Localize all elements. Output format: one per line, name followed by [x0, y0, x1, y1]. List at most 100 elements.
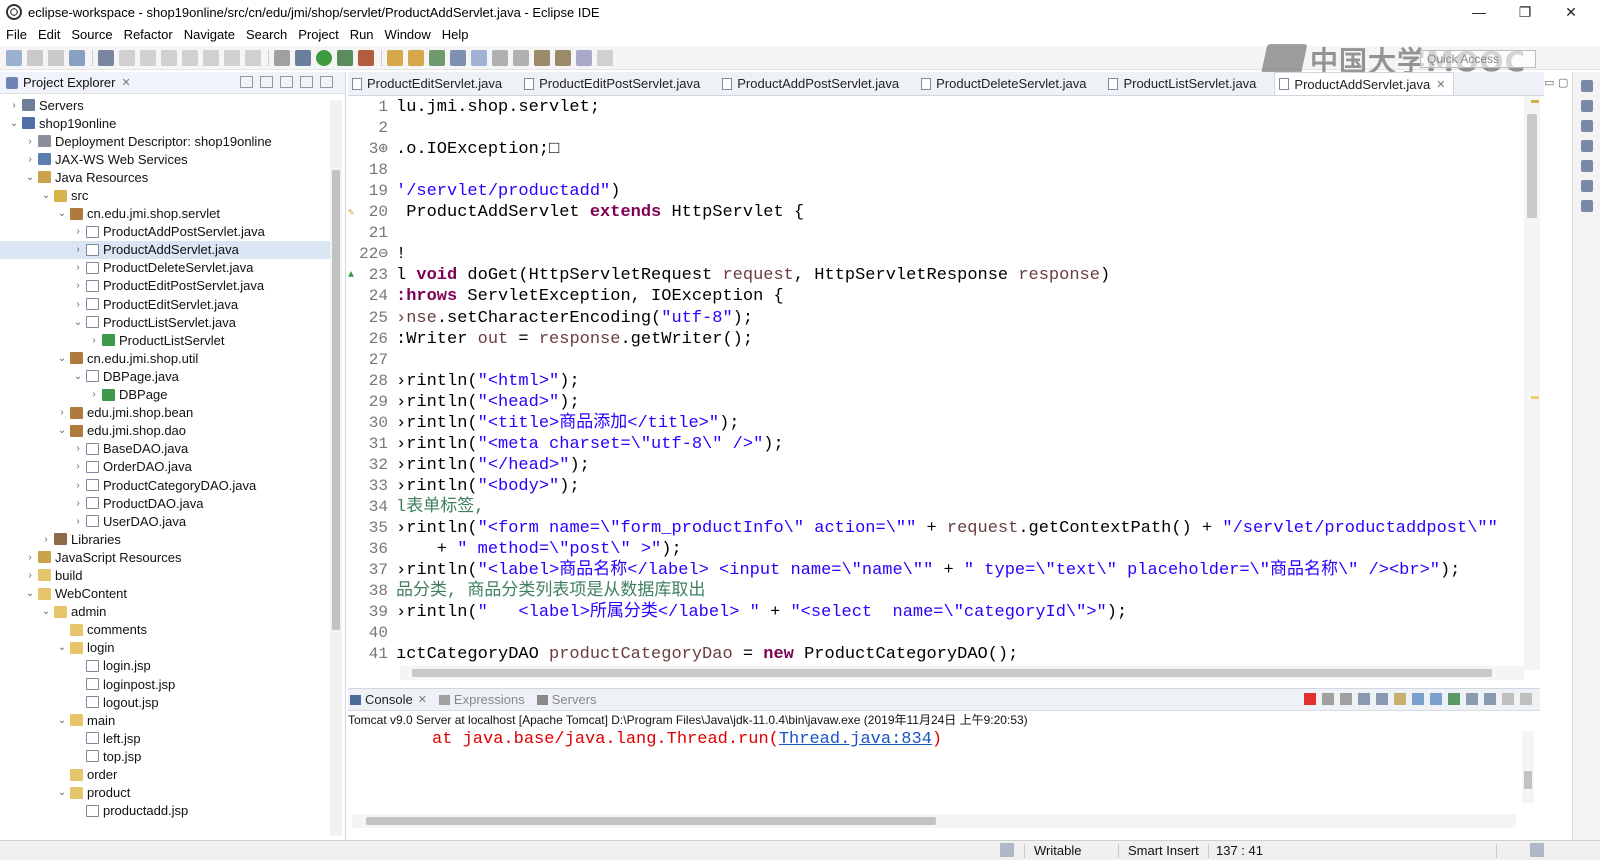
editor-minimize-icon[interactable]: ▭: [1544, 76, 1554, 89]
previous-annotation-icon[interactable]: [555, 49, 571, 66]
editor-tab[interactable]: ProductAddServlet.java ✕: [1274, 72, 1455, 95]
suspend-icon[interactable]: [140, 49, 156, 66]
tree-item[interactable]: › ProductAddPostServlet.java: [0, 223, 330, 241]
code-line[interactable]: 2: [348, 118, 1516, 139]
status-insert-mode[interactable]: Smart Insert: [1128, 843, 1199, 858]
tree-item[interactable]: comments: [0, 621, 330, 639]
tree-item[interactable]: logout.jsp: [0, 693, 330, 711]
tree-item[interactable]: › DBPage: [0, 386, 330, 404]
task-list-icon[interactable]: [1580, 100, 1593, 112]
scroll-lock-icon[interactable]: [1376, 693, 1388, 705]
close-icon[interactable]: ✕: [1436, 78, 1445, 91]
collapsed-arrow-icon[interactable]: ›: [24, 136, 36, 147]
tree-item[interactable]: ⌄ edu.jmi.shop.dao: [0, 422, 330, 440]
collapsed-arrow-icon[interactable]: ›: [72, 262, 84, 273]
expanded-arrow-icon[interactable]: ⌄: [56, 642, 68, 653]
code-line[interactable]: 32 ›rintln("</head>");: [348, 455, 1516, 476]
new-package-icon[interactable]: [408, 49, 424, 66]
code-line[interactable]: 3⊕ .o.IOException;□: [348, 139, 1516, 160]
editor-tab[interactable]: ProductDeleteServlet.java: [917, 72, 1094, 95]
overview-ruler-mark[interactable]: [1531, 100, 1539, 103]
toggle-mark-occurrences-icon[interactable]: [492, 49, 508, 66]
code-text-area[interactable]: 1 lu.jmi.shop.servlet; 2 3⊕ .o.IOException;□…: [348, 96, 1516, 670]
menu-refactor[interactable]: Refactor: [124, 27, 173, 42]
collapsed-arrow-icon[interactable]: ›: [24, 570, 36, 581]
close-icon[interactable]: ✕: [121, 76, 130, 89]
step-return-icon[interactable]: [245, 49, 261, 66]
menu-file[interactable]: File: [6, 27, 27, 42]
code-line[interactable]: 25 ›nse.setCharacterEncoding("utf-8");: [348, 308, 1516, 329]
code-line[interactable]: 30 ›rintln("<title>商品添加</title>");: [348, 413, 1516, 434]
code-line[interactable]: 36 + " method=\"post\" >");: [348, 539, 1516, 560]
terminate-icon[interactable]: [161, 49, 177, 66]
collapsed-arrow-icon[interactable]: ›: [40, 534, 52, 545]
save-all-icon[interactable]: [48, 49, 64, 66]
project-explorer-tab[interactable]: Project Explorer ✕: [0, 72, 345, 94]
collapsed-arrow-icon[interactable]: ›: [88, 335, 100, 346]
code-line[interactable]: 38 品分类, 商品分类列表项是从数据库取出: [348, 581, 1516, 602]
menu-edit[interactable]: Edit: [38, 27, 60, 42]
skip-breakpoints-icon[interactable]: [98, 49, 114, 66]
tree-item[interactable]: › ProductDeleteServlet.java: [0, 259, 330, 277]
tree-item[interactable]: ⌄ ProductListServlet.java: [0, 313, 330, 331]
next-annotation-icon[interactable]: [534, 49, 550, 66]
run-icon[interactable]: [316, 49, 332, 66]
new-java-project-icon[interactable]: [387, 49, 403, 66]
coverage-icon[interactable]: [337, 49, 353, 66]
code-line[interactable]: 39 ›rintln(" <label>所属分类</label> " + "<se…: [348, 602, 1516, 623]
tab-console[interactable]: Console ✕: [350, 692, 427, 707]
quick-access-field[interactable]: Quick Access: [1420, 50, 1536, 68]
stack-trace-link[interactable]: Thread.java:834: [779, 730, 932, 749]
tree-item[interactable]: login.jsp: [0, 657, 330, 675]
terminate-icon[interactable]: [1304, 693, 1316, 705]
override-marker-icon[interactable]: ▲: [348, 270, 358, 281]
collapsed-arrow-icon[interactable]: ›: [24, 154, 36, 165]
collapsed-arrow-icon[interactable]: ›: [24, 552, 36, 563]
tree-item[interactable]: ⌄ DBPage.java: [0, 367, 330, 385]
editor-tab[interactable]: ProductAddPostServlet.java: [718, 72, 907, 95]
tree-item[interactable]: › ProductDAO.java: [0, 494, 330, 512]
maximize-view-icon[interactable]: [1520, 693, 1532, 705]
tree-item[interactable]: ⌄ admin: [0, 603, 330, 621]
collapsed-arrow-icon[interactable]: ›: [72, 516, 84, 527]
console-vertical-scrollbar[interactable]: [1522, 731, 1534, 803]
code-line[interactable]: 28 ›rintln("<html>");: [348, 371, 1516, 392]
show-on-stderr-icon[interactable]: [1430, 693, 1442, 705]
tree-item[interactable]: › ProductCategoryDAO.java: [0, 476, 330, 494]
menu-navigate[interactable]: Navigate: [184, 27, 235, 42]
tree-item[interactable]: ⌄ product: [0, 784, 330, 802]
tree-item[interactable]: › JavaScript Resources: [0, 548, 330, 566]
restore-button[interactable]: ❐: [1502, 0, 1548, 24]
pin-console-icon[interactable]: [1448, 693, 1460, 705]
code-line[interactable]: 19 '/servlet/productadd"): [348, 181, 1516, 202]
expanded-arrow-icon[interactable]: ⌄: [56, 715, 68, 726]
tree-item[interactable]: › ProductListServlet: [0, 331, 330, 349]
collapsed-arrow-icon[interactable]: ›: [72, 498, 84, 509]
tree-item[interactable]: › JAX-WS Web Services: [0, 150, 330, 168]
tree-item[interactable]: › edu.jmi.shop.bean: [0, 404, 330, 422]
editor-horizontal-scrollbar-thumb[interactable]: [412, 669, 1492, 677]
code-line[interactable]: 24:hrows ServletException, IOException {: [348, 286, 1516, 307]
expanded-arrow-icon[interactable]: ⌄: [40, 606, 52, 617]
code-line[interactable]: 20 ProductAddServlet extends HttpServlet…: [348, 202, 1516, 223]
code-line[interactable]: 23 l void doGet(HttpServletRequest reques…: [348, 265, 1516, 286]
collapsed-arrow-icon[interactable]: ›: [72, 480, 84, 491]
remove-launch-icon[interactable]: [1322, 693, 1334, 705]
expanded-arrow-icon[interactable]: ⌄: [56, 208, 68, 219]
expanded-arrow-icon[interactable]: ⌄: [24, 588, 36, 599]
collapsed-arrow-icon[interactable]: ›: [72, 244, 84, 255]
code-line[interactable]: 34 l表单标签,: [348, 497, 1516, 518]
menu-window[interactable]: Window: [385, 27, 431, 42]
tree-item[interactable]: ⌄ WebContent: [0, 585, 330, 603]
warning-marker-icon[interactable]: ✎: [348, 207, 358, 219]
code-line[interactable]: 31 ›rintln("<meta charset=\"utf-8\" />");: [348, 434, 1516, 455]
tree-item[interactable]: › Deployment Descriptor: shop19online: [0, 132, 330, 150]
back-icon[interactable]: [576, 49, 592, 66]
new-class-icon[interactable]: [429, 49, 445, 66]
tree-item[interactable]: productadd.jsp: [0, 802, 330, 820]
tree-item[interactable]: › ProductEditPostServlet.java: [0, 277, 330, 295]
declaration-icon[interactable]: [1580, 160, 1593, 172]
code-line[interactable]: 33 ›rintln("<body>");: [348, 476, 1516, 497]
menu-search[interactable]: Search: [246, 27, 287, 42]
code-line[interactable]: 26:Writer out = response.getWriter();: [348, 329, 1516, 350]
